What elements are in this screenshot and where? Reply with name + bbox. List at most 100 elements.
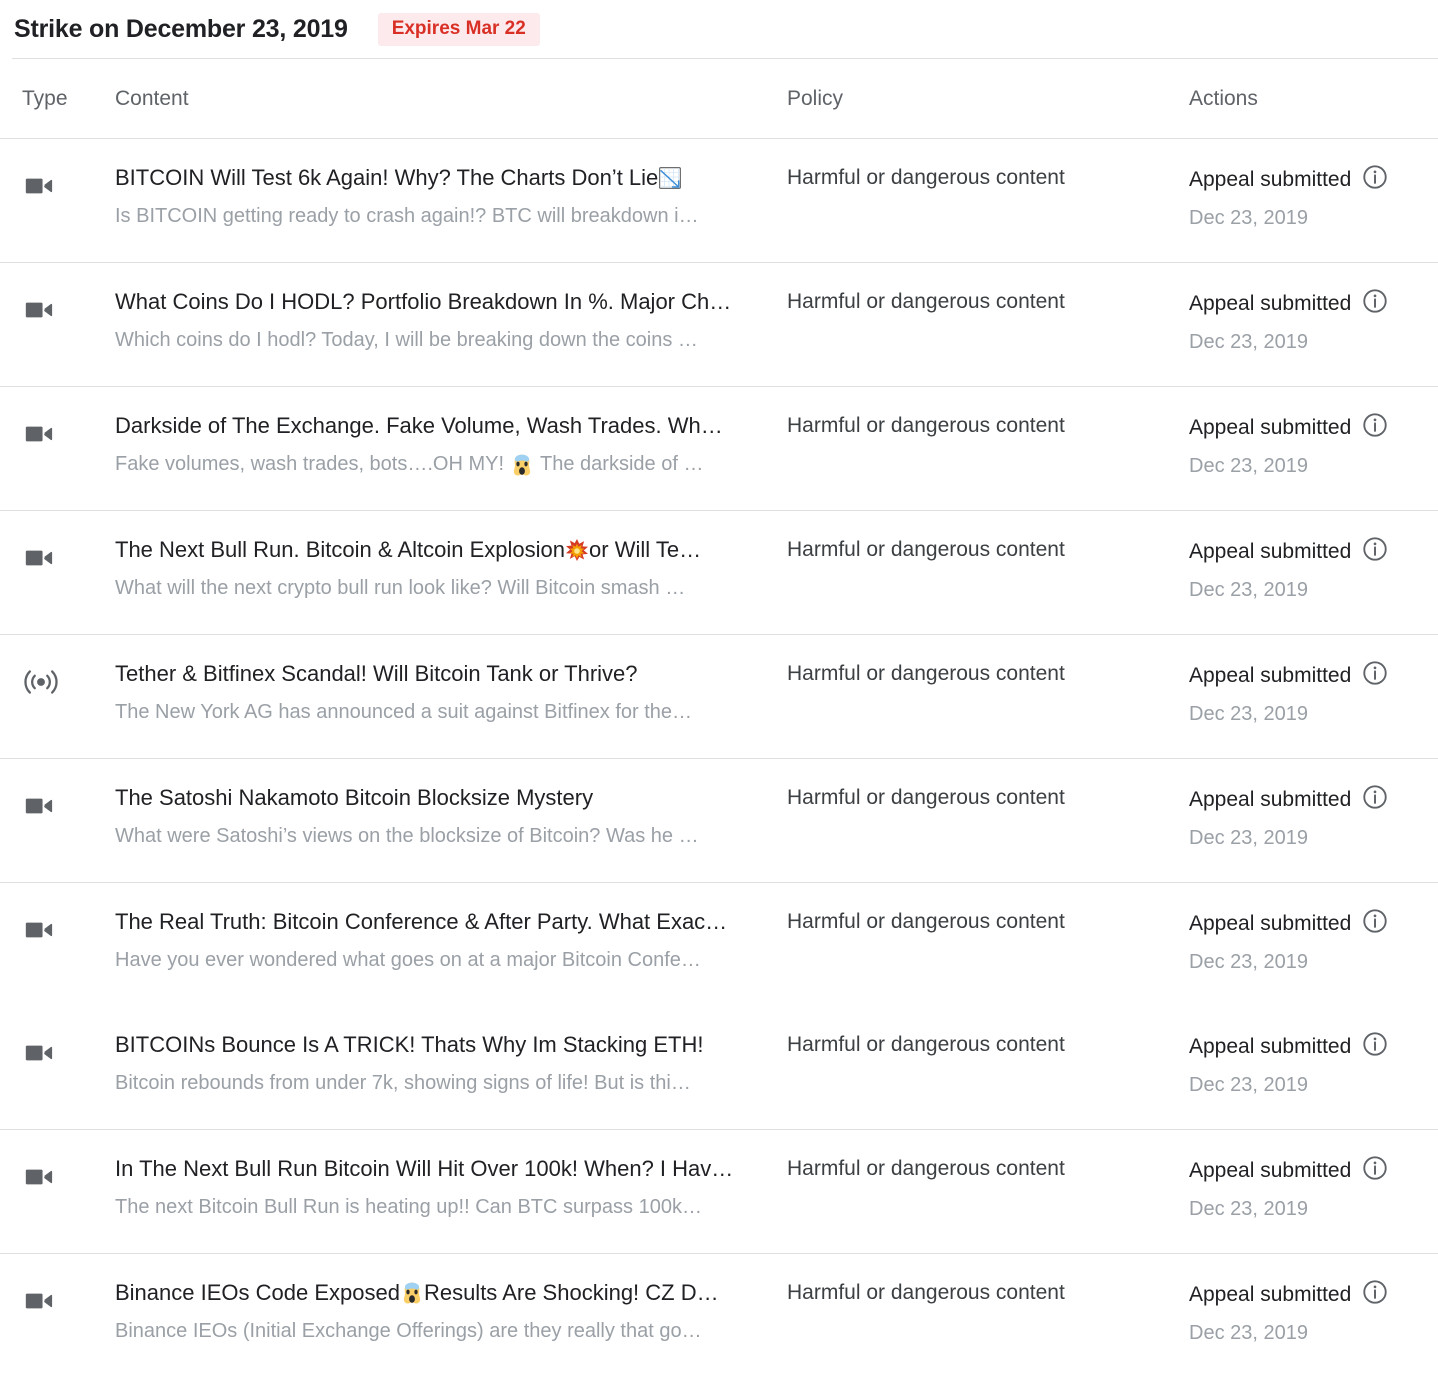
table-row[interactable]: BITCOINs Bounce Is A TRICK! Thats Why Im… [0, 1006, 1438, 1129]
appeal-status-line: Appeal submitted [1189, 907, 1438, 940]
table-row[interactable]: BITCOIN Will Test 6k Again! Why? The Cha… [0, 139, 1438, 262]
policy-text: Harmful or dangerous content [787, 910, 1065, 933]
appeal-status-text: Appeal submitted [1189, 911, 1352, 935]
appeal-date: Dec 23, 2019 [1189, 827, 1308, 849]
page-title: Strike on December 23, 2019 [14, 14, 348, 43]
appeal-date: Dec 23, 2019 [1189, 207, 1308, 229]
policy-text: Harmful or dangerous content [787, 786, 1065, 809]
info-icon[interactable] [1361, 907, 1389, 940]
actions-cell: Appeal submitted Dec 23, 2019 [1189, 783, 1438, 853]
strike-header: Strike on December 23, 2019 Expires Mar … [0, 0, 1438, 58]
policy-cell: Harmful or dangerous content [787, 1154, 1189, 1184]
appeal-status-line: Appeal submitted [1189, 535, 1438, 568]
column-header-type: Type [22, 86, 68, 110]
info-icon[interactable] [1361, 411, 1389, 444]
appeal-status-line: Appeal submitted [1189, 1154, 1438, 1187]
info-icon[interactable] [1361, 287, 1389, 320]
policy-cell: Harmful or dangerous content [787, 659, 1189, 689]
table-row[interactable]: Binance IEOs Code Exposed Results Are Sh… [0, 1254, 1438, 1377]
actions-cell: Appeal submitted Dec 23, 2019 [1189, 1278, 1438, 1348]
content-title[interactable]: BITCOIN Will Test 6k Again! Why? The Cha… [115, 163, 787, 193]
content-description: Is BITCOIN getting ready to crash again!… [115, 205, 699, 227]
content-title[interactable]: The Next Bull Run. Bitcoin & Altcoin Exp… [115, 535, 787, 565]
actions-cell: Appeal submitted Dec 23, 2019 [1189, 907, 1438, 977]
content-title[interactable]: Binance IEOs Code Exposed Results Are Sh… [115, 1278, 787, 1308]
content-cell: The Next Bull Run. Bitcoin & Altcoin Exp… [115, 535, 787, 603]
actions-cell: Appeal submitted Dec 23, 2019 [1189, 1154, 1438, 1224]
strikes-table: Type Content Policy Actions BITCOIN Will… [0, 59, 1438, 1377]
info-icon[interactable] [1361, 783, 1389, 816]
video-camera-icon [22, 417, 115, 456]
appeal-date: Dec 23, 2019 [1189, 1198, 1308, 1220]
appeal-date: Dec 23, 2019 [1189, 1322, 1308, 1344]
content-cell: In The Next Bull Run Bitcoin Will Hit Ov… [115, 1154, 787, 1222]
content-title[interactable]: What Coins Do I HODL? Portfolio Breakdow… [115, 287, 787, 317]
content-description: The New York AG has announced a suit aga… [115, 701, 693, 723]
policy-text: Harmful or dangerous content [787, 1033, 1065, 1056]
policy-text: Harmful or dangerous content [787, 166, 1065, 189]
content-type-cell [0, 659, 115, 704]
table-row[interactable]: Tether & Bitfinex Scandal! Will Bitcoin … [0, 635, 1438, 758]
info-icon[interactable] [1361, 1154, 1389, 1187]
table-row[interactable]: The Next Bull Run. Bitcoin & Altcoin Exp… [0, 511, 1438, 634]
policy-text: Harmful or dangerous content [787, 662, 1065, 685]
table-row[interactable]: In The Next Bull Run Bitcoin Will Hit Ov… [0, 1130, 1438, 1253]
content-type-cell [0, 287, 115, 332]
policy-cell: Harmful or dangerous content [787, 1278, 1189, 1308]
policy-text: Harmful or dangerous content [787, 1157, 1065, 1180]
actions-cell: Appeal submitted Dec 23, 2019 [1189, 659, 1438, 729]
content-title[interactable]: Darkside of The Exchange. Fake Volume, W… [115, 411, 787, 441]
info-icon[interactable] [1361, 1030, 1389, 1063]
policy-cell: Harmful or dangerous content [787, 411, 1189, 441]
policy-cell: Harmful or dangerous content [787, 1030, 1189, 1060]
appeal-status-text: Appeal submitted [1189, 415, 1352, 439]
content-cell: The Real Truth: Bitcoin Conference & Aft… [115, 907, 787, 975]
appeal-date: Dec 23, 2019 [1189, 331, 1308, 353]
info-icon[interactable] [1361, 163, 1389, 196]
content-type-cell [0, 783, 115, 828]
content-cell: BITCOINs Bounce Is A TRICK! Thats Why Im… [115, 1030, 787, 1098]
column-header-content: Content [115, 86, 189, 110]
policy-cell: Harmful or dangerous content [787, 907, 1189, 937]
info-icon[interactable] [1361, 535, 1389, 568]
video-camera-icon [22, 913, 115, 952]
content-description: What will the next crypto bull run look … [115, 577, 686, 599]
table-row[interactable]: Darkside of The Exchange. Fake Volume, W… [0, 387, 1438, 510]
appeal-status-text: Appeal submitted [1189, 167, 1352, 191]
info-icon[interactable] [1361, 1278, 1389, 1311]
appeal-date: Dec 23, 2019 [1189, 951, 1308, 973]
appeal-status-line: Appeal submitted [1189, 659, 1438, 692]
content-description: Fake volumes, wash trades, bots….OH MY! T… [115, 453, 704, 477]
video-camera-icon [22, 1160, 115, 1199]
policy-cell: Harmful or dangerous content [787, 287, 1189, 317]
column-header-policy: Policy [787, 86, 844, 110]
appeal-date: Dec 23, 2019 [1189, 579, 1308, 601]
policy-text: Harmful or dangerous content [787, 1281, 1065, 1304]
video-camera-icon [22, 541, 115, 580]
content-description: Which coins do I hodl? Today, I will be … [115, 329, 698, 351]
appeal-status-line: Appeal submitted [1189, 411, 1438, 444]
actions-cell: Appeal submitted Dec 23, 2019 [1189, 535, 1438, 605]
content-type-cell [0, 1154, 115, 1199]
appeal-date: Dec 23, 2019 [1189, 455, 1308, 477]
table-row[interactable]: What Coins Do I HODL? Portfolio Breakdow… [0, 263, 1438, 386]
content-title[interactable]: The Real Truth: Bitcoin Conference & Aft… [115, 907, 787, 937]
info-icon[interactable] [1361, 659, 1389, 692]
content-title[interactable]: In The Next Bull Run Bitcoin Will Hit Ov… [115, 1154, 787, 1184]
policy-text: Harmful or dangerous content [787, 290, 1065, 313]
policy-cell: Harmful or dangerous content [787, 535, 1189, 565]
appeal-status-text: Appeal submitted [1189, 787, 1352, 811]
content-type-cell [0, 1278, 115, 1323]
content-type-cell [0, 411, 115, 456]
table-row[interactable]: The Real Truth: Bitcoin Conference & Aft… [0, 883, 1438, 1006]
actions-cell: Appeal submitted Dec 23, 2019 [1189, 163, 1438, 233]
appeal-status-text: Appeal submitted [1189, 539, 1352, 563]
emoji-chart-decreasing [658, 166, 682, 190]
table-row[interactable]: The Satoshi Nakamoto Bitcoin Blocksize M… [0, 759, 1438, 882]
content-title[interactable]: Tether & Bitfinex Scandal! Will Bitcoin … [115, 659, 787, 689]
content-title[interactable]: BITCOINs Bounce Is A TRICK! Thats Why Im… [115, 1030, 787, 1060]
emoji-face-screaming [510, 453, 534, 477]
actions-cell: Appeal submitted Dec 23, 2019 [1189, 411, 1438, 481]
content-title[interactable]: The Satoshi Nakamoto Bitcoin Blocksize M… [115, 783, 787, 813]
video-camera-icon [22, 169, 115, 208]
